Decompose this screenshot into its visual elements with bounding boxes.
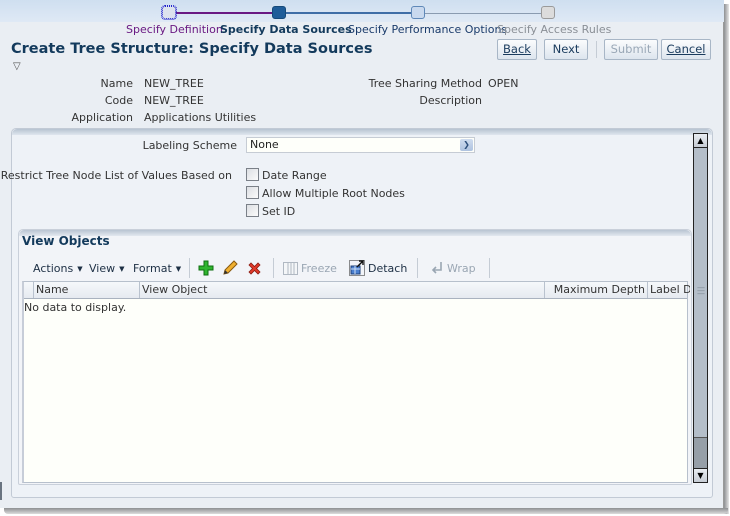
view-menu-label: View (89, 262, 116, 275)
application-label: Application (71, 111, 133, 124)
left-edge-marker (0, 482, 2, 500)
window-shadow-right (724, 4, 729, 514)
empty-table-message: No data to display. (24, 301, 127, 314)
wrap-icon (431, 262, 442, 274)
set-id-label[interactable]: Set ID (262, 205, 295, 218)
toolbar-separator (489, 258, 490, 278)
submit-button: Submit (604, 39, 658, 60)
cancel-button[interactable]: Cancel (661, 39, 711, 60)
cancel-button-label: Cancel (666, 42, 706, 56)
format-menu[interactable]: Format ▼ (133, 262, 181, 275)
column-header-maximum-depth[interactable]: Maximum Depth (544, 282, 647, 298)
train-label-specify-definition[interactable]: Specify Definition (126, 23, 223, 36)
caret-down-icon: ▼ (119, 265, 125, 273)
chevron-down-icon[interactable]: ❯ (460, 139, 473, 151)
scroll-down-arrow-icon[interactable]: ▼ (694, 468, 707, 482)
add-icon[interactable] (198, 260, 214, 276)
code-label: Code (104, 94, 133, 107)
allow-multiple-root-nodes-label[interactable]: Allow Multiple Root Nodes (262, 187, 405, 200)
toolbar-separator (273, 258, 274, 278)
view-menu[interactable]: View ▼ (89, 262, 125, 275)
labeling-scheme-value: None (250, 138, 279, 151)
back-button[interactable]: Back (497, 39, 537, 60)
train-label-specify-access-rules: Specify Access Rules (497, 23, 612, 36)
train-label-specify-performance-options[interactable]: Specify Performance Options (348, 23, 507, 36)
delete-icon[interactable] (247, 261, 262, 276)
view-objects-header-bar (19, 230, 691, 236)
freeze-icon (283, 262, 298, 275)
view-objects-title: View Objects (22, 234, 110, 248)
description-label: Description (419, 94, 482, 107)
detach-icon[interactable] (349, 260, 365, 276)
application-value: Applications Utilities (144, 111, 257, 124)
train-band (0, 0, 724, 22)
detach-button[interactable]: Detach (368, 262, 407, 275)
pencil-icon[interactable] (222, 260, 238, 276)
tree-sharing-method-label: Tree Sharing Method (368, 77, 482, 90)
toolbar-separator (417, 258, 418, 278)
column-header-label-data[interactable]: Label Da (647, 282, 690, 298)
date-range-label[interactable]: Date Range (262, 169, 327, 182)
labeling-scheme-select[interactable]: None ❯ (246, 137, 475, 153)
dialog-window: Specify Definition Specify Data Sources … (0, 0, 724, 508)
code-value: NEW_TREE (144, 94, 204, 107)
next-button-label: Next (552, 42, 580, 56)
actions-menu-label: Actions (33, 262, 74, 275)
wrap-button: Wrap (447, 262, 476, 275)
vertical-scrollbar[interactable]: ▲ — — — ▼ (693, 133, 708, 483)
scroll-up-arrow-icon[interactable]: ▲ (694, 134, 707, 148)
caret-down-icon: ▼ (77, 265, 83, 273)
train-connector (176, 12, 280, 14)
tree-sharing-method-value: OPEN (488, 77, 519, 90)
panel-header-bar (12, 129, 712, 135)
set-id-checkbox[interactable] (246, 204, 259, 217)
view-objects-table: Name View Object Maximum Depth Label Da … (22, 281, 690, 483)
actions-menu[interactable]: Actions ▼ (33, 262, 83, 275)
back-button-label: Back (503, 42, 531, 56)
train-stop-specify-access-rules (541, 6, 555, 19)
submit-button-label: Submit (610, 42, 652, 56)
next-button[interactable]: Next (544, 39, 588, 60)
train-stop-specify-data-sources (272, 6, 286, 19)
table-header: Name View Object Maximum Depth Label Da (24, 282, 690, 299)
disclosure-triangle-icon[interactable]: ▽ (13, 61, 21, 72)
train-connector (286, 12, 412, 14)
restrict-lov-label: Restrict Tree Node List of Values Based … (0, 169, 232, 182)
column-header-name[interactable]: Name (33, 282, 139, 298)
train-connector (424, 13, 542, 14)
train-stop-specify-performance-options[interactable] (411, 6, 425, 19)
toolbar-separator (189, 258, 190, 278)
caret-down-icon: ▼ (175, 265, 182, 273)
name-value: NEW_TREE (144, 77, 204, 90)
window-shadow-bottom (4, 508, 728, 514)
train-stop-specify-definition[interactable] (161, 5, 177, 20)
freeze-button: Freeze (301, 262, 337, 275)
allow-multiple-root-nodes-checkbox[interactable] (246, 186, 259, 199)
column-header-view-object[interactable]: View Object (139, 282, 544, 298)
grip-icon: — — — (697, 283, 705, 298)
name-label: Name (100, 77, 133, 90)
scrollbar-thumb[interactable]: — — — (694, 148, 707, 438)
train-label-specify-data-sources: Specify Data Sources (220, 23, 352, 36)
date-range-checkbox[interactable] (246, 168, 259, 181)
labeling-scheme-label: Labeling Scheme (142, 139, 237, 152)
button-separator (596, 41, 597, 58)
format-menu-label: Format (133, 262, 172, 275)
page-title: Create Tree Structure: Specify Data Sour… (11, 41, 373, 57)
